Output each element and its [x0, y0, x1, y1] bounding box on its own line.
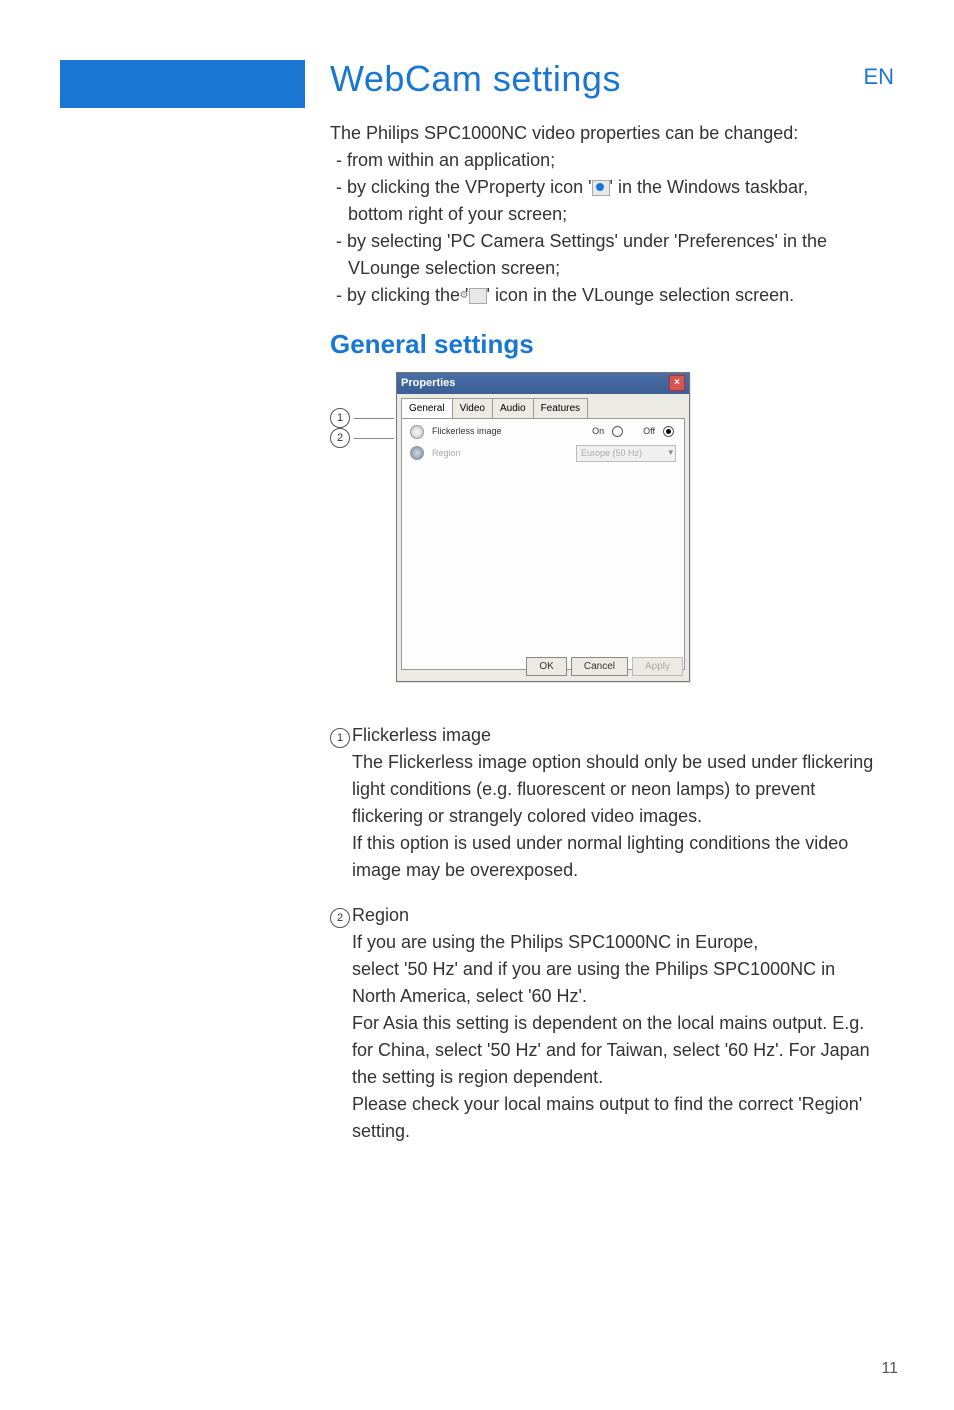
apply-button[interactable]: Apply [632, 657, 683, 676]
flicker-off-label: Off [643, 425, 655, 439]
vlounge-settings-icon [469, 288, 487, 304]
properties-dialog-figure: 1 2 Properties × General Video Audio Fea… [330, 372, 884, 692]
close-icon[interactable]: × [669, 375, 685, 391]
callout-number-2: 2 [330, 428, 350, 448]
tab-features[interactable]: Features [533, 398, 588, 418]
callout-line [354, 418, 394, 419]
intro-line: The Philips SPC1000NC video properties c… [330, 120, 884, 147]
flicker-label: Flickerless image [432, 425, 592, 439]
region-icon [410, 446, 424, 460]
tab-general[interactable]: General [401, 398, 453, 418]
item-2-text-a: If you are using the Philips SPC1000NC i… [352, 929, 884, 956]
header-accent-block [60, 60, 305, 108]
item-2-text-b: select '50 Hz' and if you are using the … [352, 956, 884, 1010]
intro-bullet-2: - by clicking the VProperty icon '' in t… [330, 174, 884, 201]
flicker-off-radio[interactable] [663, 426, 674, 437]
dialog-title: Properties [401, 375, 455, 392]
item-2-label: Region [352, 902, 884, 929]
page-number: 11 [881, 1360, 898, 1378]
callout-line [354, 438, 394, 439]
tab-panel-general: Flickerless image On Off Region Europe (… [401, 418, 685, 670]
description-flickerless: 1 Flickerless image The Flickerless imag… [330, 722, 884, 884]
item-1-label: Flickerless image [352, 722, 884, 749]
flicker-on-label: On [592, 425, 604, 439]
item-2-text-d: Please check your local mains output to … [352, 1091, 884, 1145]
intro-bullet-3-cont: VLounge selection screen; [330, 255, 884, 282]
item-number-2: 2 [330, 908, 350, 928]
properties-dialog: Properties × General Video Audio Feature… [396, 372, 690, 682]
page-title: WebCam settings [330, 58, 621, 100]
intro-bullet-4: - by clicking the '' icon in the VLounge… [330, 282, 884, 309]
item-2-text-c: For Asia this setting is dependent on th… [352, 1010, 884, 1091]
item-1-text-b: If this option is used under normal ligh… [352, 830, 884, 884]
item-1-text-a: The Flickerless image option should only… [352, 749, 884, 830]
section-heading-general: General settings [330, 325, 884, 364]
intro-bullet-1: - from within an application; [330, 147, 884, 174]
intro-bullet-3: - by selecting 'PC Camera Settings' unde… [330, 228, 884, 255]
intro-bullet-2-cont: bottom right of your screen; [330, 201, 884, 228]
flicker-icon [410, 425, 424, 439]
callout-number-1: 1 [330, 408, 350, 428]
dialog-tabs: General Video Audio Features [397, 394, 689, 418]
language-indicator: EN [863, 64, 894, 90]
tab-audio[interactable]: Audio [492, 398, 534, 418]
item-number-1: 1 [330, 728, 350, 748]
description-region: 2 Region If you are using the Philips SP… [330, 902, 884, 1145]
ok-button[interactable]: OK [526, 657, 566, 676]
region-label: Region [432, 447, 576, 461]
region-select[interactable]: Europe (50 Hz) [576, 445, 676, 463]
tab-video[interactable]: Video [452, 398, 493, 418]
cancel-button[interactable]: Cancel [571, 657, 628, 676]
vproperty-icon [592, 180, 610, 196]
flicker-on-radio[interactable] [612, 426, 623, 437]
